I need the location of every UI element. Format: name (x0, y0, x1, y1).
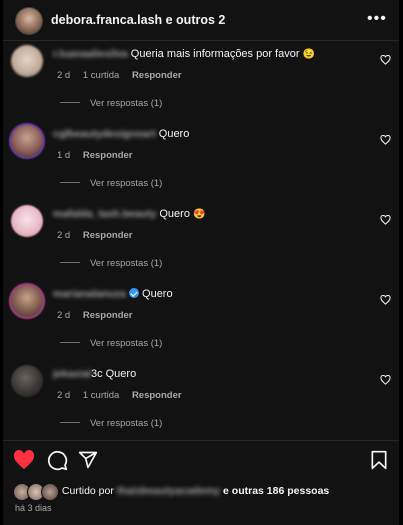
comment-likes-count[interactable]: 1 curtida (83, 390, 119, 401)
comment-text-line: r.luanaaliesilva Queria mais informações… (53, 48, 315, 60)
comment-text-line: jekaxial3c Quero (53, 368, 136, 380)
likes-username[interactable]: thaisbeautyacademy (117, 485, 220, 497)
post-author-avatar[interactable] (15, 7, 43, 35)
comment-text: Quero (142, 288, 173, 300)
heart-outline-icon[interactable] (380, 55, 391, 65)
view-replies-label: Ver respostas (1) (90, 98, 163, 109)
post-timestamp[interactable]: há 3 dias (15, 503, 52, 513)
reply-button[interactable]: Responder (83, 310, 133, 321)
view-replies-label: Ver respostas (1) (90, 338, 163, 349)
comment-username[interactable]: marianalanuza (53, 288, 126, 300)
comment-item: marianalanuza Quero 2 d Responder Ver re… (3, 283, 399, 355)
comment-meta: 2 d Responder (57, 230, 142, 241)
replies-dash (60, 102, 80, 103)
comment-meta: 1 d Responder (57, 150, 142, 161)
replies-dash (60, 262, 80, 263)
view-replies-button[interactable]: Ver respostas (1) (60, 178, 162, 189)
more-options-icon[interactable]: ••• (367, 10, 387, 28)
comment-username[interactable]: mafalda_lash.beauty (53, 208, 156, 220)
view-replies-label: Ver respostas (1) (90, 258, 163, 269)
comment-meta: 2 d 1 curtida Responder (57, 390, 192, 401)
avatar[interactable] (11, 205, 43, 237)
likes-summary: Curtido por thaisbeautyacademy e outras … (13, 483, 329, 501)
comment-item: cglbeautydesignoart Quero 1 d Responder … (3, 123, 399, 195)
reply-button[interactable]: Responder (132, 390, 182, 401)
comment-text: 3c Quero (90, 368, 137, 380)
wink-emoji: 😉 (302, 49, 316, 60)
comment-text-line: mafalda_lash.beauty Quero 😍 (53, 208, 205, 220)
avatar[interactable] (11, 365, 43, 397)
liker-avatars (13, 483, 59, 501)
comment-item: jekaxial3c Quero 2 d 1 curtida Responder… (3, 363, 399, 435)
comment-time: 2 d (57, 230, 71, 241)
reply-button[interactable]: Responder (83, 150, 133, 161)
heart-outline-icon[interactable] (380, 135, 391, 145)
heart-outline-icon[interactable] (380, 295, 391, 305)
heart-filled-icon[interactable] (13, 450, 35, 470)
reply-button[interactable]: Responder (132, 70, 182, 81)
avatar[interactable] (11, 45, 43, 77)
comment-username[interactable]: cglbeautydesignoart (53, 128, 156, 140)
comment-time: 1 d (57, 150, 71, 161)
share-icon[interactable] (78, 450, 98, 470)
view-replies-button[interactable]: Ver respostas (1) (60, 258, 162, 269)
liker-avatar (41, 483, 59, 501)
comment-username[interactable]: jekaxial (53, 368, 91, 380)
comment-time: 2 d (57, 70, 71, 81)
replies-dash (60, 422, 80, 423)
comment-time: 2 d (57, 310, 71, 321)
heart-eyes-emoji: 😍 (193, 209, 206, 220)
avatar[interactable] (11, 285, 43, 317)
replies-dash (60, 342, 80, 343)
replies-dash (60, 182, 80, 183)
heart-outline-icon[interactable] (380, 215, 391, 225)
likes-others[interactable]: e outras 186 pessoas (223, 485, 329, 497)
verified-badge-icon (128, 288, 139, 298)
comment-item: r.luanaaliesilva Queria mais informações… (3, 43, 399, 115)
avatar[interactable] (11, 125, 43, 157)
comment-item: mafalda_lash.beauty Quero 😍 2 d Responde… (3, 203, 399, 275)
comment-meta: 2 d 1 curtida Responder (57, 70, 192, 81)
post-panel: debora.franca.lash e outros 2 ••• r.luan… (3, 0, 399, 525)
heart-outline-icon[interactable] (380, 375, 391, 385)
comment-meta: 2 d Responder (57, 310, 142, 321)
likes-prefix: Curtido por (61, 484, 114, 497)
post-author-title[interactable]: debora.franca.lash e outros 2 (51, 13, 225, 27)
view-replies-button[interactable]: Ver respostas (1) (60, 98, 162, 109)
post-actions-bar (3, 440, 399, 481)
comment-text: Quero (158, 128, 190, 140)
comment-icon[interactable] (47, 450, 68, 471)
view-replies-label: Ver respostas (1) (90, 418, 163, 429)
comment-text-line: marianalanuza Quero (53, 288, 173, 300)
comment-time: 2 d (57, 390, 71, 401)
comment-text: Quero (159, 208, 190, 220)
comment-text: Queria mais informações por favor (130, 48, 300, 60)
bookmark-icon[interactable] (370, 450, 388, 470)
reply-button[interactable]: Responder (83, 230, 133, 241)
view-replies-label: Ver respostas (1) (90, 178, 163, 189)
comment-username[interactable]: r.luanaaliesilva (53, 48, 128, 60)
comment-text-line: cglbeautydesignoart Quero (53, 128, 189, 140)
view-replies-button[interactable]: Ver respostas (1) (60, 338, 162, 349)
view-replies-button[interactable]: Ver respostas (1) (60, 418, 162, 429)
comment-likes-count[interactable]: 1 curtida (83, 70, 119, 81)
post-header: debora.franca.lash e outros 2 ••• (3, 0, 399, 41)
